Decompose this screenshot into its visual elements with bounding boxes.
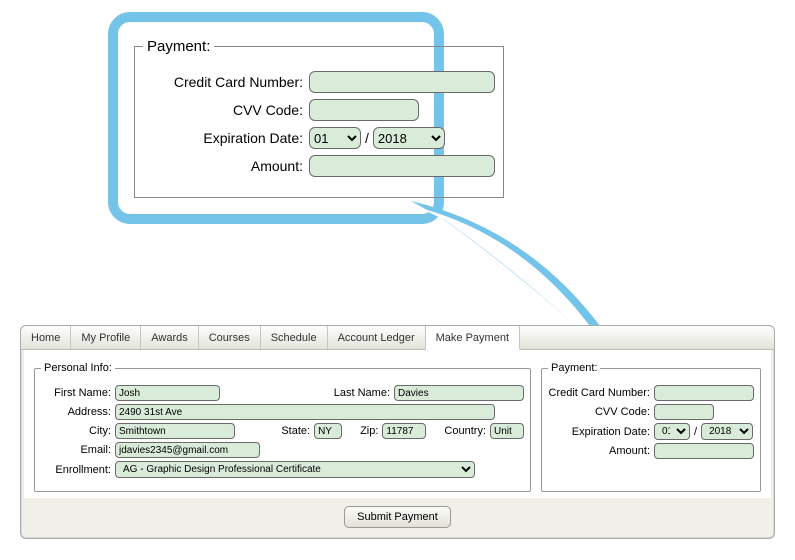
- tab-awards[interactable]: Awards: [141, 326, 198, 349]
- tab-courses[interactable]: Courses: [199, 326, 261, 349]
- cvv-input[interactable]: [654, 404, 714, 420]
- payment-legend: Payment:: [548, 362, 600, 374]
- state-input[interactable]: [314, 423, 342, 439]
- address-input[interactable]: [115, 404, 495, 420]
- zip-input[interactable]: [382, 423, 426, 439]
- callout-amount-label: Amount:: [143, 158, 303, 174]
- callout-cc-input[interactable]: [309, 71, 495, 93]
- personal-info-fieldset: Personal Info: First Name: Last Name: Ad…: [34, 362, 531, 492]
- address-label: Address:: [41, 406, 111, 418]
- city-input[interactable]: [115, 423, 235, 439]
- cvv-label: CVV Code:: [548, 406, 650, 418]
- tab-schedule[interactable]: Schedule: [261, 326, 328, 349]
- exp-month-select[interactable]: 01: [654, 423, 690, 440]
- app-panel: Home My Profile Awards Courses Schedule …: [20, 325, 775, 539]
- tabbar: Home My Profile Awards Courses Schedule …: [21, 326, 774, 350]
- country-label: Country:: [444, 425, 486, 437]
- submit-payment-button[interactable]: Submit Payment: [344, 506, 451, 528]
- tab-home[interactable]: Home: [21, 326, 71, 349]
- last-name-input[interactable]: [394, 385, 524, 401]
- callout-amount-input[interactable]: [309, 155, 495, 177]
- city-label: City:: [41, 425, 111, 437]
- last-name-label: Last Name:: [334, 387, 390, 399]
- personal-info-legend: Personal Info:: [41, 362, 115, 374]
- callout-cc-label: Credit Card Number:: [143, 74, 303, 90]
- zip-label: Zip:: [360, 425, 378, 437]
- callout-exp-year-select[interactable]: 2018: [373, 127, 445, 149]
- tab-make-payment[interactable]: Make Payment: [426, 326, 520, 350]
- cc-label: Credit Card Number:: [548, 387, 650, 399]
- callout-exp-label: Expiration Date:: [143, 130, 303, 146]
- callout-payment-fieldset: Payment: Credit Card Number: CVV Code: E…: [134, 38, 504, 198]
- email-label: Email:: [41, 444, 111, 456]
- callout-payment-legend: Payment:: [143, 38, 214, 55]
- callout-cvv-input[interactable]: [309, 99, 419, 121]
- payment-fieldset: Payment: Credit Card Number: CVV Code: E…: [541, 362, 761, 492]
- country-input[interactable]: [490, 423, 524, 439]
- first-name-input[interactable]: [115, 385, 220, 401]
- exp-label: Expiration Date:: [548, 426, 650, 438]
- email-input[interactable]: [115, 442, 260, 458]
- amount-label: Amount:: [548, 445, 650, 457]
- cc-input[interactable]: [654, 385, 754, 401]
- callout-cvv-label: CVV Code:: [143, 102, 303, 118]
- slash-divider: /: [365, 130, 369, 146]
- tab-my-profile[interactable]: My Profile: [71, 326, 141, 349]
- amount-input[interactable]: [654, 443, 754, 459]
- enrollment-label: Enrollment:: [41, 464, 111, 476]
- first-name-label: First Name:: [41, 387, 111, 399]
- slash-divider: /: [694, 426, 697, 438]
- tab-account-ledger[interactable]: Account Ledger: [328, 326, 426, 349]
- state-label: State:: [281, 425, 310, 437]
- exp-year-select[interactable]: 2018: [701, 423, 753, 440]
- payment-zoom-callout: Payment: Credit Card Number: CVV Code: E…: [108, 12, 444, 224]
- enrollment-select[interactable]: AG - Graphic Design Professional Certifi…: [115, 461, 475, 478]
- callout-exp-month-select[interactable]: 01: [309, 127, 361, 149]
